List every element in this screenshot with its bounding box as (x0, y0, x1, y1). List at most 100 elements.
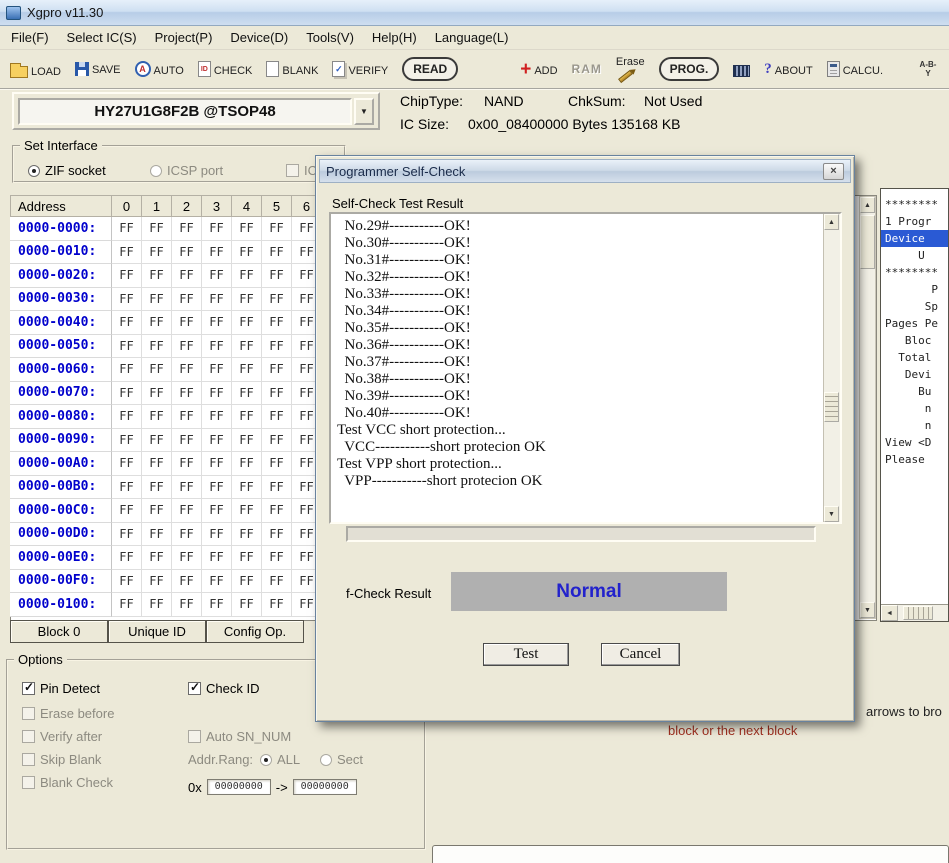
hex-byte-cell[interactable]: FF (262, 476, 292, 500)
hex-byte-cell[interactable]: FF (112, 217, 142, 241)
hex-byte-cell[interactable]: FF (112, 593, 142, 617)
hex-byte-cell[interactable]: FF (202, 499, 232, 523)
hex-byte-cell[interactable]: FF (202, 241, 232, 265)
hex-vertical-scrollbar[interactable] (859, 196, 876, 619)
hex-byte-cell[interactable]: FF (262, 264, 292, 288)
hex-byte-cell[interactable]: FF (202, 264, 232, 288)
hex-byte-cell[interactable]: FF (112, 358, 142, 382)
menu-item[interactable]: Help(H) (363, 27, 426, 48)
scrollbar-thumb[interactable] (903, 606, 933, 620)
hex-byte-cell[interactable]: FF (142, 264, 172, 288)
auto-sn-checkbox[interactable]: Auto SN_NUM (188, 729, 291, 744)
hex-byte-cell[interactable]: FF (232, 217, 262, 241)
blank-check-checkbox[interactable]: Blank Check (22, 775, 113, 790)
hex-byte-cell[interactable]: FF (232, 499, 262, 523)
device-select-dropdown-button[interactable] (354, 98, 374, 125)
hex-byte-cell[interactable]: FF (262, 570, 292, 594)
hex-byte-cell[interactable]: FF (142, 382, 172, 406)
hex-byte-cell[interactable]: FF (232, 264, 262, 288)
hex-byte-cell[interactable]: FF (262, 546, 292, 570)
ic-test-button[interactable] (733, 62, 750, 77)
hex-byte-cell[interactable]: FF (202, 476, 232, 500)
hex-byte-cell[interactable]: FF (262, 335, 292, 359)
hex-byte-cell[interactable]: FF (262, 358, 292, 382)
hex-byte-cell[interactable]: FF (112, 570, 142, 594)
hex-byte-cell[interactable]: FF (262, 217, 292, 241)
hex-byte-cell[interactable]: FF (172, 335, 202, 359)
hex-byte-cell[interactable]: FF (202, 546, 232, 570)
cancel-button[interactable]: Cancel (601, 643, 680, 666)
hex-byte-cell[interactable]: FF (262, 382, 292, 406)
hex-byte-cell[interactable]: FF (142, 288, 172, 312)
hex-byte-cell[interactable]: FF (202, 593, 232, 617)
hex-byte-cell[interactable]: FF (112, 499, 142, 523)
hex-byte-cell[interactable]: FF (142, 593, 172, 617)
verify-after-checkbox[interactable]: Verify after (22, 729, 102, 744)
hex-byte-cell[interactable]: FF (112, 523, 142, 547)
hex-byte-cell[interactable]: FF (232, 570, 262, 594)
hex-byte-cell[interactable]: FF (202, 523, 232, 547)
check-id-checkbox[interactable]: Check ID (188, 681, 259, 696)
hex-byte-cell[interactable]: FF (172, 429, 202, 453)
hex-byte-cell[interactable]: FF (262, 241, 292, 265)
hex-byte-cell[interactable]: FF (142, 241, 172, 265)
hex-byte-cell[interactable]: FF (202, 217, 232, 241)
add-button[interactable]: ADD (520, 62, 557, 77)
hex-byte-cell[interactable]: FF (142, 405, 172, 429)
hex-byte-cell[interactable]: FF (232, 311, 262, 335)
hex-byte-cell[interactable]: FF (202, 405, 232, 429)
hex-byte-cell[interactable]: FF (112, 335, 142, 359)
hex-byte-cell[interactable]: FF (112, 476, 142, 500)
hex-byte-cell[interactable]: FF (232, 429, 262, 453)
load-button[interactable]: LOAD (10, 61, 61, 78)
scroll-up-arrow-icon[interactable] (824, 214, 839, 230)
prog-button[interactable]: PROG. (659, 57, 720, 81)
hex-byte-cell[interactable]: FF (112, 311, 142, 335)
hex-byte-cell[interactable]: FF (262, 429, 292, 453)
hex-byte-cell[interactable]: FF (172, 452, 202, 476)
scroll-left-arrow-icon[interactable] (881, 605, 898, 621)
hex-byte-cell[interactable]: FF (112, 429, 142, 453)
hex-byte-cell[interactable]: FF (232, 241, 262, 265)
ram-button[interactable]: RAM (572, 63, 602, 75)
hex-byte-cell[interactable]: FF (142, 311, 172, 335)
hex-byte-cell[interactable]: FF (112, 452, 142, 476)
calculator-button[interactable]: CALCU. (827, 61, 883, 77)
tab-block-0[interactable]: Block 0 (10, 620, 108, 643)
info-horizontal-scrollbar[interactable] (881, 604, 948, 621)
compare-a-b-button[interactable]: A-B-Y (917, 60, 939, 78)
erase-before-checkbox[interactable]: Erase before (22, 706, 114, 721)
hex-byte-cell[interactable]: FF (142, 523, 172, 547)
erase-button[interactable]: Erase (616, 56, 645, 83)
hex-byte-cell[interactable]: FF (172, 405, 202, 429)
range-from-input[interactable]: 00000000 (207, 779, 271, 795)
hex-byte-cell[interactable]: FF (142, 570, 172, 594)
hex-byte-cell[interactable]: FF (142, 476, 172, 500)
tab-config-op-[interactable]: Config Op. (206, 620, 304, 643)
menu-item[interactable]: Tools(V) (297, 27, 363, 48)
hex-byte-cell[interactable]: FF (202, 358, 232, 382)
hex-byte-cell[interactable]: FF (172, 593, 202, 617)
hex-byte-cell[interactable]: FF (262, 499, 292, 523)
hex-byte-cell[interactable]: FF (142, 335, 172, 359)
menu-item[interactable]: Select IC(S) (58, 27, 146, 48)
hex-byte-cell[interactable]: FF (172, 358, 202, 382)
dialog-title-bar[interactable]: Programmer Self-Check (319, 159, 851, 183)
hex-byte-cell[interactable]: FF (232, 405, 262, 429)
scroll-up-arrow-icon[interactable] (860, 197, 875, 213)
hex-byte-cell[interactable]: FF (202, 288, 232, 312)
hex-byte-cell[interactable]: FF (202, 382, 232, 406)
hex-byte-cell[interactable]: FF (262, 288, 292, 312)
hex-byte-cell[interactable]: FF (172, 523, 202, 547)
scroll-down-arrow-icon[interactable] (824, 506, 839, 522)
addr-range-all-radio[interactable]: ALL (260, 752, 300, 767)
hex-byte-cell[interactable]: FF (202, 429, 232, 453)
hex-byte-cell[interactable]: FF (112, 288, 142, 312)
hex-byte-cell[interactable]: FF (172, 311, 202, 335)
icsp-vcc-checkbox[interactable]: IC (286, 163, 317, 178)
hex-byte-cell[interactable]: FF (202, 335, 232, 359)
device-select-value[interactable]: HY27U1G8F2B @TSOP48 (18, 98, 352, 125)
pin-detect-checkbox[interactable]: Pin Detect (22, 681, 100, 696)
hex-byte-cell[interactable]: FF (232, 335, 262, 359)
menu-item[interactable]: Project(P) (146, 27, 222, 48)
